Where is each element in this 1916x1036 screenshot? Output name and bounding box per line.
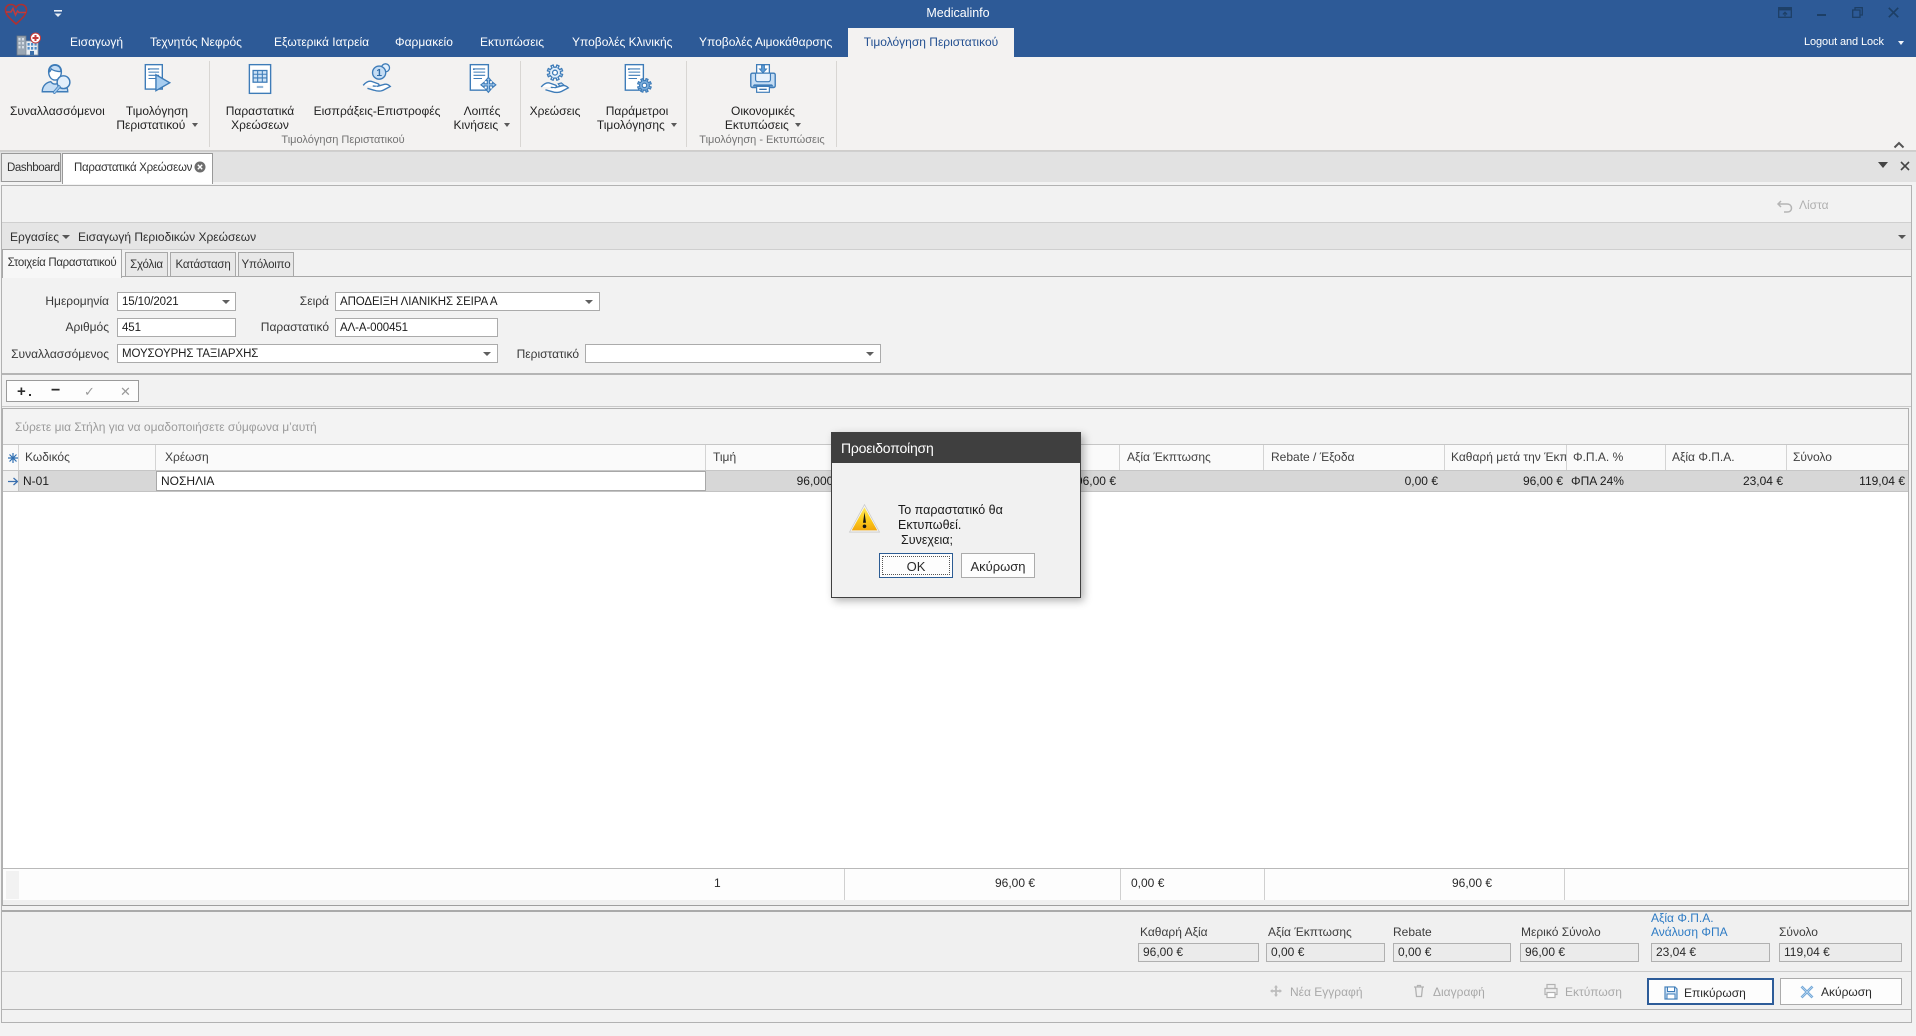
svg-text:1: 1: [376, 68, 382, 79]
